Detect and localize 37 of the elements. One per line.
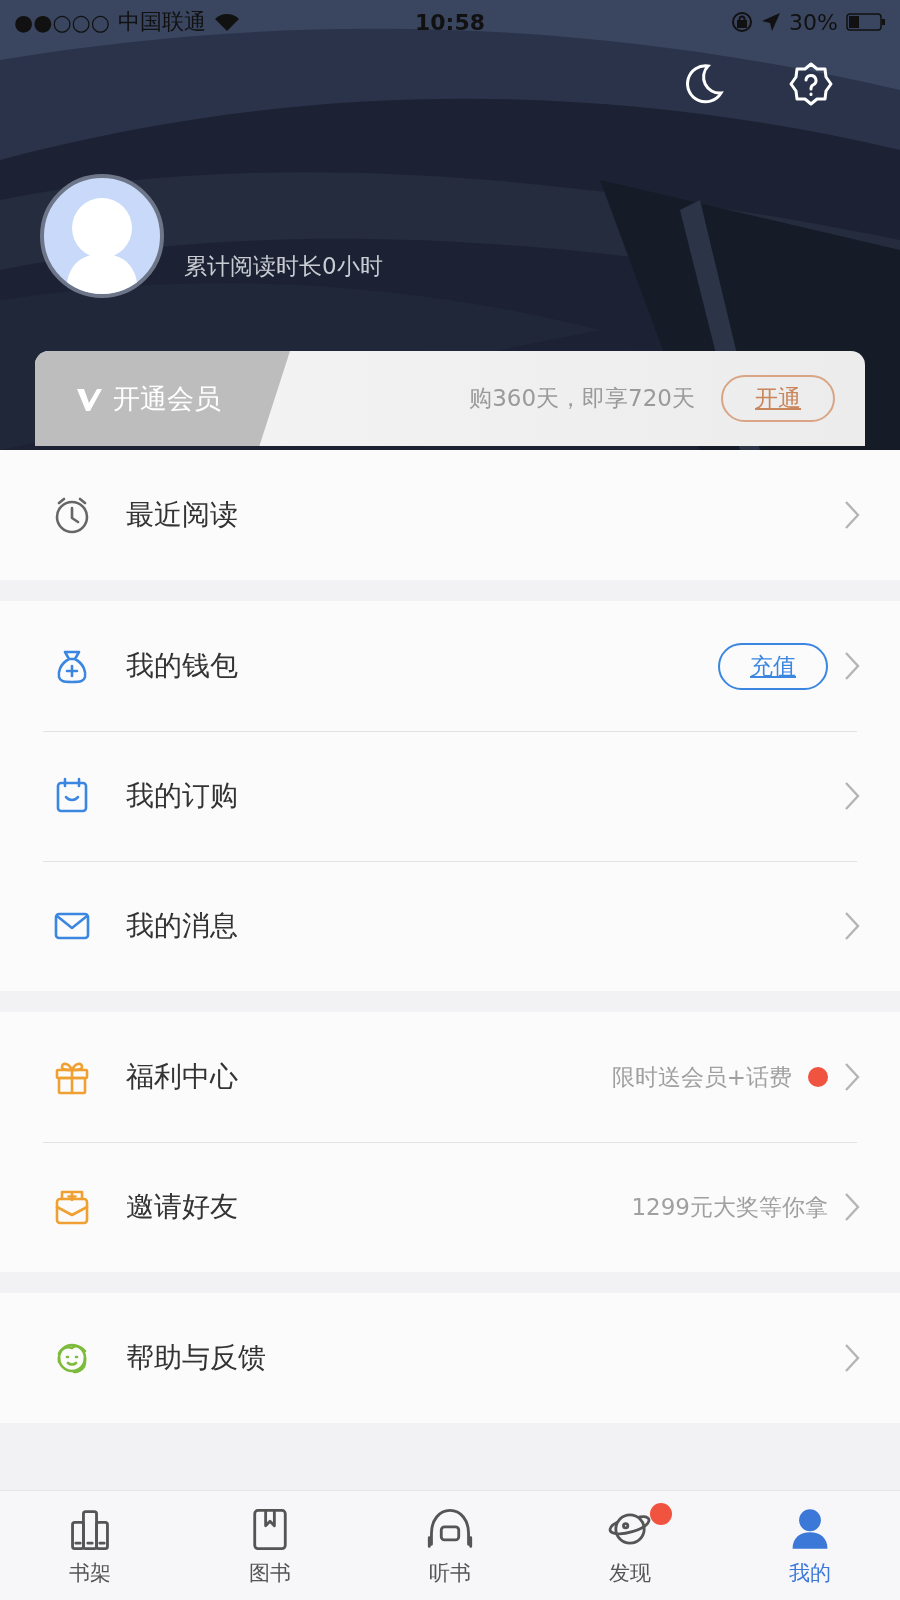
menu-label: 最近阅读	[126, 497, 238, 533]
tab[interactable]: 听书	[360, 1491, 540, 1600]
menu-label: 我的消息	[126, 908, 238, 944]
menu-label: 帮助与反馈	[126, 1340, 266, 1376]
battery-icon	[846, 12, 886, 32]
rotation-lock-icon	[731, 11, 754, 33]
promo-hint: 限时送会员+话费	[611, 1062, 792, 1092]
chevron-icon	[844, 500, 860, 530]
chevron-icon	[844, 781, 860, 811]
reading-time: 累计阅读时长0小时	[184, 252, 383, 281]
menu-label: 福利中心	[126, 1059, 238, 1095]
tab[interactable]: 书架	[0, 1491, 180, 1600]
clock-time: 10:58	[415, 9, 485, 35]
location-icon	[761, 12, 782, 32]
tab[interactable]: 图书	[180, 1491, 360, 1600]
carrier-name: 中国联通	[118, 8, 206, 36]
menu-label: 我的钱包	[126, 648, 238, 684]
chevron-icon	[844, 1343, 860, 1373]
vip-promo: 购360天，即享720天	[469, 384, 695, 413]
chevron-icon	[844, 1192, 860, 1222]
signal-dots: ●●○○○	[14, 9, 110, 35]
vip-title: 开通会员	[113, 381, 221, 416]
menu-item[interactable]: 最近阅读	[0, 450, 900, 580]
chevron-icon	[844, 1062, 860, 1092]
tab[interactable]: 我的	[720, 1491, 900, 1600]
chevron-icon	[844, 651, 860, 681]
menu-label: 我的订购	[126, 778, 238, 814]
battery-percent: 30%	[789, 9, 838, 35]
menu-label: 邀请好友	[126, 1189, 238, 1225]
promo-hint: 1299元大奖等你拿	[631, 1192, 828, 1222]
menu-item[interactable]: 福利中心 限时送会员+话费	[0, 1012, 900, 1142]
settings-icon[interactable]	[788, 61, 834, 107]
chevron-icon	[844, 911, 860, 941]
menu-item[interactable]: 帮助与反馈	[0, 1293, 900, 1423]
tab[interactable]: 发现	[540, 1491, 720, 1600]
recharge-button[interactable]: 充值	[718, 642, 828, 690]
wifi-icon	[214, 12, 240, 32]
